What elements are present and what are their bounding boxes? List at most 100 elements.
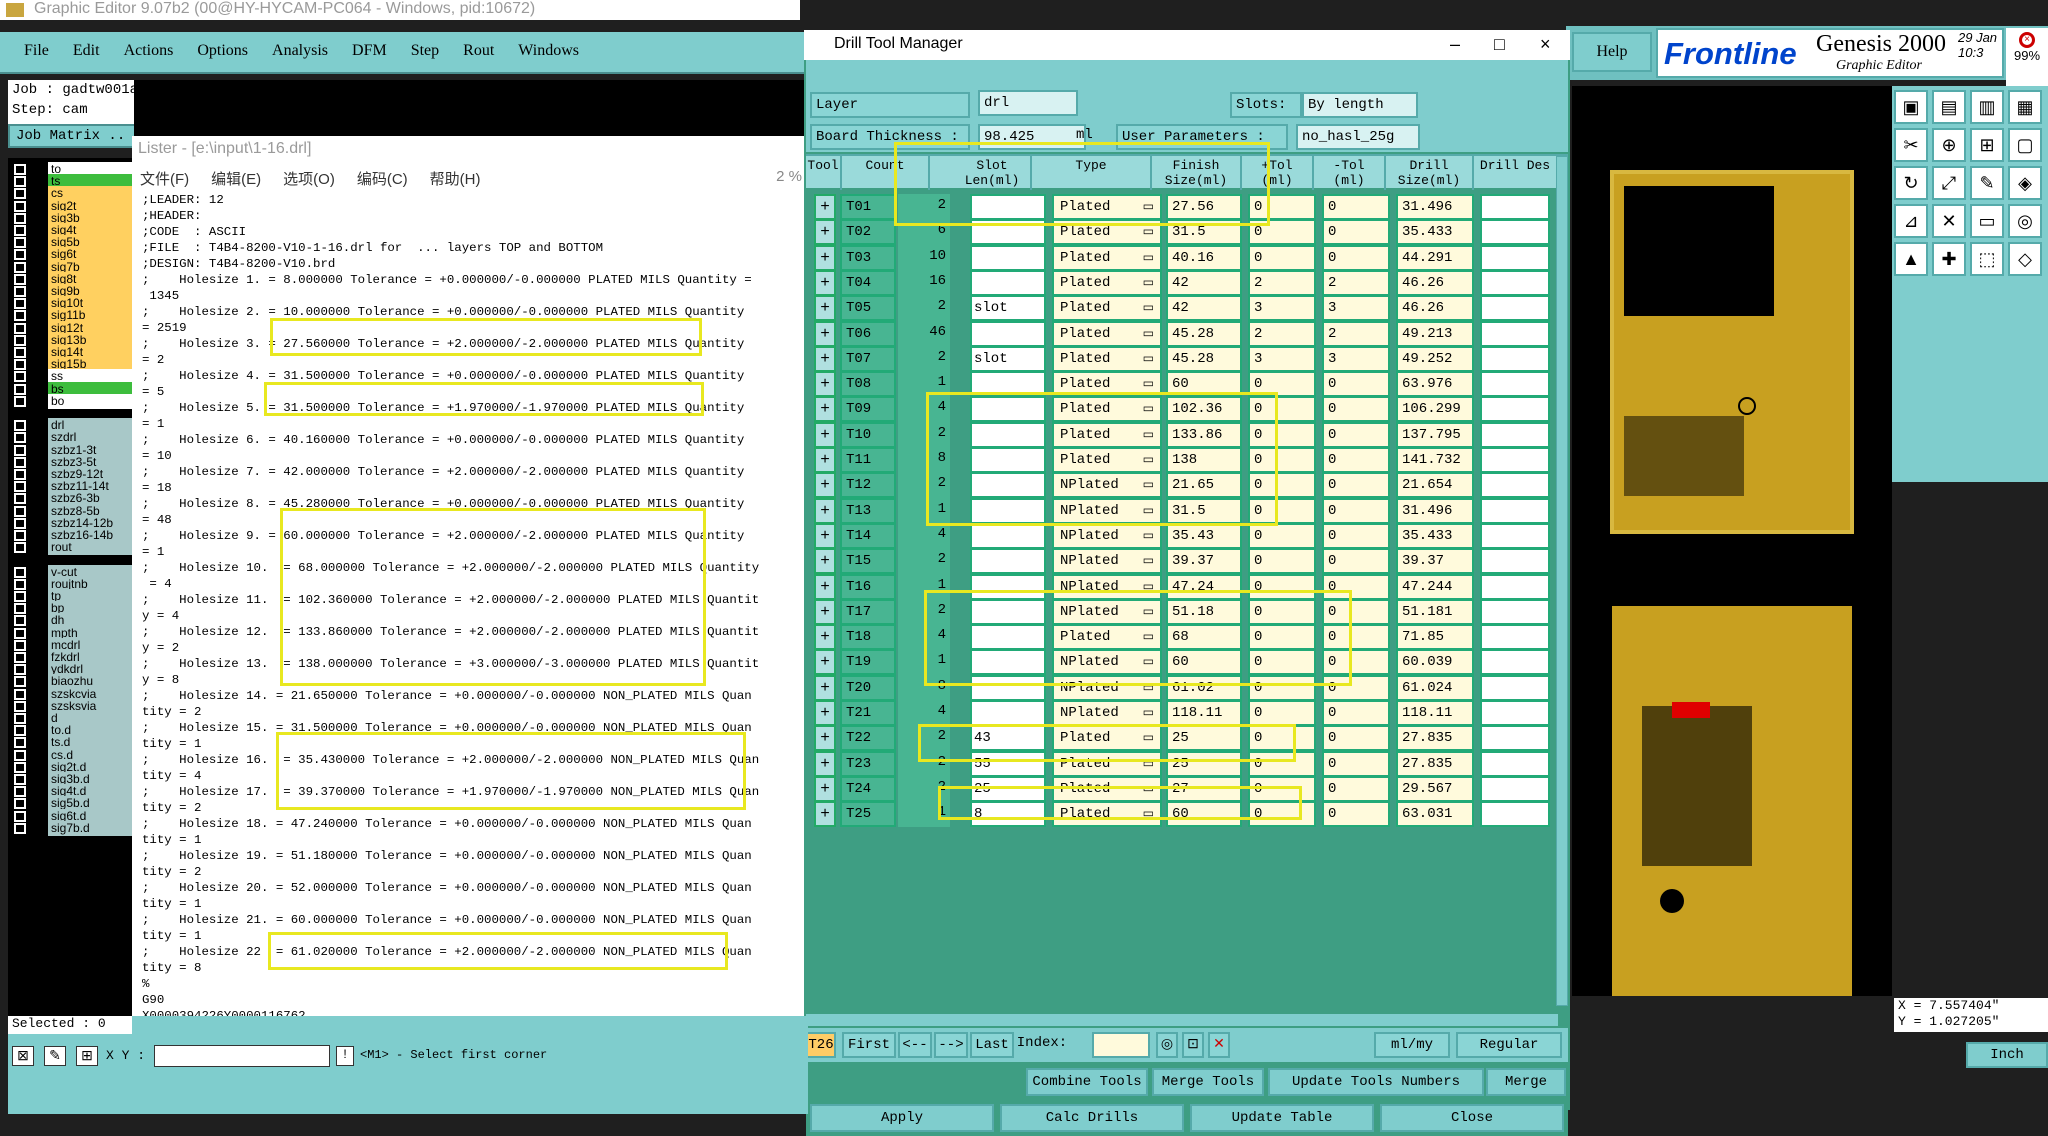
- expand-icon[interactable]: +: [814, 801, 836, 828]
- xy-input[interactable]: [154, 1045, 330, 1067]
- menu-actions[interactable]: Actions: [124, 42, 174, 60]
- update-table-button[interactable]: Update Table: [1190, 1104, 1374, 1132]
- menu-edit[interactable]: Edit: [73, 42, 100, 60]
- table-horizontal-scrollbar[interactable]: [806, 1014, 1558, 1026]
- current-tool: T26: [806, 1032, 836, 1058]
- slots-label: Slots:: [1230, 92, 1302, 118]
- main-menu-bar: File Edit Actions Options Analysis DFM Step Rou…: [0, 32, 808, 74]
- mode-select[interactable]: Regular: [1456, 1032, 1562, 1058]
- save-icon[interactable]: ▤: [1932, 90, 1966, 124]
- first-button[interactable]: First: [842, 1032, 896, 1058]
- next-button[interactable]: -->: [934, 1032, 968, 1058]
- column-header: Finish Size(ml): [1152, 156, 1242, 190]
- menu-options[interactable]: Options: [197, 42, 248, 60]
- close-icon[interactable]: ×: [1540, 30, 1551, 58]
- info-icon[interactable]: !: [336, 1046, 354, 1066]
- table-icon[interactable]: ⊞: [1970, 128, 2004, 162]
- units-select[interactable]: ml/my: [1374, 1032, 1450, 1058]
- arc-icon[interactable]: ▲: [1894, 242, 1928, 276]
- plus-tol-input[interactable]: 0: [1248, 801, 1316, 828]
- column-header: -Tol (ml): [1314, 156, 1386, 190]
- delete-icon[interactable]: ✕: [1932, 204, 1966, 238]
- last-button[interactable]: Last: [970, 1032, 1014, 1058]
- index-go-icon[interactable]: ◎: [1156, 1032, 1178, 1058]
- lister-menu-item[interactable]: 文件(F): [140, 171, 189, 188]
- user-params-input[interactable]: no_hasl_25g: [1296, 124, 1420, 150]
- pen-icon[interactable]: ✎: [1970, 166, 2004, 200]
- index-input[interactable]: [1092, 1032, 1150, 1058]
- maximize-icon[interactable]: □: [1494, 30, 1505, 58]
- drill-size-input[interactable]: 63.031: [1396, 801, 1474, 828]
- layer-icon[interactable]: ▣: [1894, 90, 1928, 124]
- units-toggle[interactable]: Inch: [1966, 1042, 2048, 1068]
- grid-icon[interactable]: ⊞: [76, 1046, 98, 1066]
- layer-label: Layer: [810, 92, 970, 118]
- lister-menu: 文件(F) 编辑(E) 选项(O) 编码(C) 帮助(H): [140, 168, 502, 189]
- cancel-icon[interactable]: ×: [2019, 32, 2035, 48]
- minimize-icon[interactable]: –: [1450, 30, 1460, 58]
- zoom-level: 99%: [2013, 48, 2041, 63]
- menu-step[interactable]: Step: [411, 42, 439, 60]
- lister-menu-item[interactable]: 编码(C): [357, 171, 408, 188]
- rotate-icon[interactable]: ↻: [1894, 166, 1928, 200]
- menu-rout[interactable]: Rout: [463, 42, 494, 60]
- add-icon[interactable]: ✚: [1932, 242, 1966, 276]
- lister-text: ;LEADER: 12 ;HEADER: ;CODE : ASCII ;FILE…: [142, 193, 760, 1023]
- menu-windows[interactable]: Windows: [518, 42, 579, 60]
- snap-icon[interactable]: ⊠: [12, 1046, 34, 1066]
- table-row: +T2518Plated600063.031: [806, 797, 1558, 830]
- layer-name: sig7b.d: [48, 820, 132, 836]
- grid-icon[interactable]: ▦: [2008, 90, 2042, 124]
- index-label: Index:: [1016, 1035, 1068, 1051]
- menu-dfm[interactable]: DFM: [352, 42, 387, 60]
- select-icon[interactable]: ⬚: [1970, 242, 2004, 276]
- lister-title: Lister - [e:\input\1-16.drl]: [138, 140, 312, 157]
- menu-file[interactable]: File: [24, 42, 49, 60]
- brand-logo: Frontline Genesis 2000 Graphic Editor 29…: [1656, 28, 2004, 78]
- table-vertical-scrollbar[interactable]: [1556, 156, 1568, 1006]
- rect-icon[interactable]: ▢: [2008, 128, 2042, 162]
- merge-button[interactable]: Merge: [1486, 1068, 1566, 1096]
- drill-des-input[interactable]: [1480, 801, 1550, 828]
- layer-input[interactable]: drl: [978, 90, 1078, 116]
- minus-tol-input[interactable]: 0: [1322, 801, 1390, 828]
- column-header: Drill Des: [1474, 156, 1558, 190]
- edit-icon[interactable]: ✎: [44, 1046, 66, 1066]
- xy-label: X Y :: [106, 1048, 146, 1063]
- index-clear-icon[interactable]: ✕: [1208, 1032, 1230, 1058]
- layer-checkbox[interactable]: [14, 822, 26, 834]
- snap-icon[interactable]: ◈: [2008, 166, 2042, 200]
- lister-menu-item[interactable]: 选项(O): [283, 171, 335, 188]
- calc-drills-button[interactable]: Calc Drills: [1000, 1104, 1184, 1132]
- type-select[interactable]: Plated: [1052, 801, 1162, 828]
- thickness-input[interactable]: 98.425: [978, 124, 1086, 150]
- open-icon[interactable]: ▥: [1970, 90, 2004, 124]
- help-menu[interactable]: Help: [1572, 32, 1652, 72]
- zoom-in-icon[interactable]: ⊕: [1932, 128, 1966, 162]
- clock: 29 Jan 10:3: [1958, 30, 1998, 60]
- apply-button[interactable]: Apply: [810, 1104, 994, 1132]
- layer-row[interactable]: sig7b.d: [8, 820, 132, 836]
- app-title: Graphic Editor 9.07b2 (00@HY-HYCAM-PC064…: [34, 0, 536, 17]
- lister-menu-item[interactable]: 编辑(E): [211, 171, 261, 188]
- finish-size-input[interactable]: 60: [1166, 801, 1242, 828]
- combine-tools-button[interactable]: Combine Tools: [1026, 1068, 1148, 1096]
- lister-menu-item[interactable]: 帮助(H): [430, 171, 481, 188]
- cut-icon[interactable]: ✂: [1894, 128, 1928, 162]
- app-title-bar: Graphic Editor 9.07b2 (00@HY-HYCAM-PC064…: [0, 0, 800, 20]
- table-nav-bar: T26 First <-- --> Last Index: ◎ ⊡ ✕ ml/m…: [806, 1028, 1568, 1062]
- merge-tools-button[interactable]: Merge Tools :: [1152, 1068, 1264, 1114]
- update-tools-numbers-button[interactable]: Update Tools Numbers: [1268, 1068, 1484, 1096]
- circle-icon[interactable]: ◎: [2008, 204, 2042, 238]
- menu-analysis[interactable]: Analysis: [272, 42, 328, 60]
- line-icon[interactable]: ▭: [1970, 204, 2004, 238]
- triangle-icon[interactable]: ⊿: [1894, 204, 1928, 238]
- slots-select[interactable]: By length: [1302, 92, 1418, 118]
- diamond-icon[interactable]: ◇: [2008, 242, 2042, 276]
- prev-button[interactable]: <--: [898, 1032, 932, 1058]
- index-refresh-icon[interactable]: ⊡: [1182, 1032, 1204, 1058]
- resize-icon[interactable]: ⤢: [1932, 166, 1966, 200]
- close-button[interactable]: Close: [1380, 1104, 1564, 1132]
- slot-length-input[interactable]: 8: [970, 801, 1046, 828]
- board-view[interactable]: [1572, 86, 1892, 1036]
